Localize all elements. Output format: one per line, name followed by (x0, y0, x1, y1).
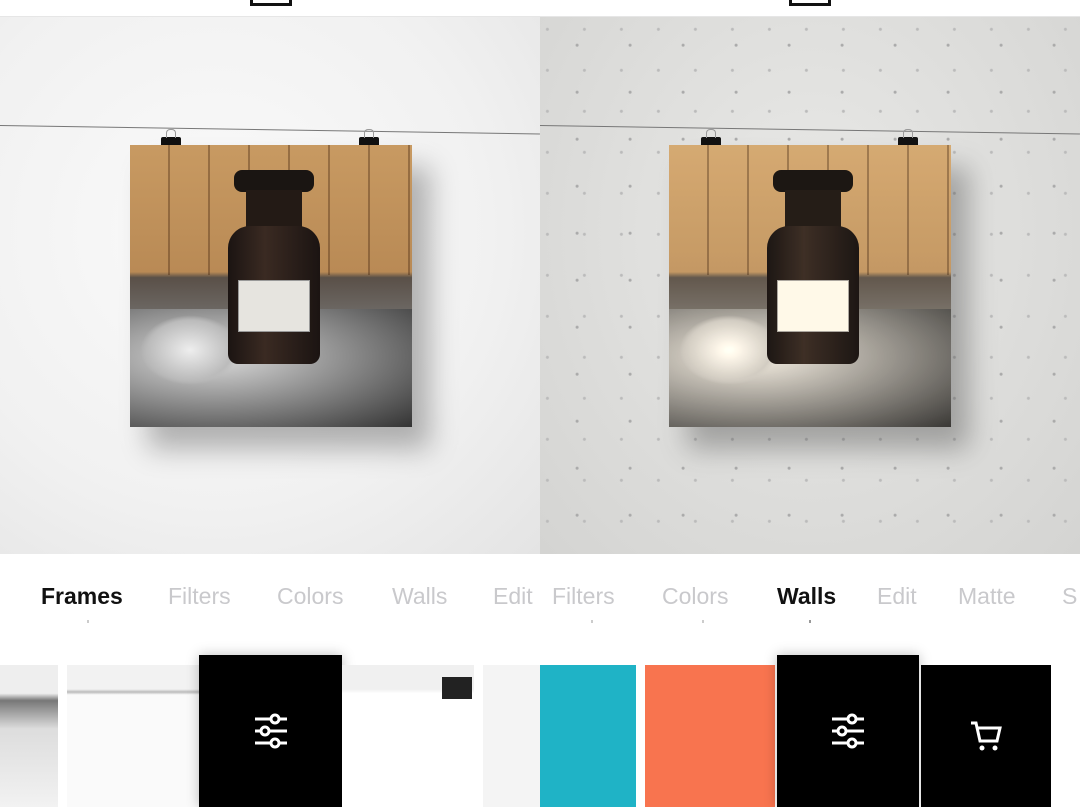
preview-white-wall (0, 17, 540, 554)
tab-walls[interactable]: Walls (777, 583, 836, 610)
tab-filters[interactable]: Filters (552, 583, 615, 610)
preview-concrete-wall (540, 17, 1080, 554)
cart-button[interactable] (921, 665, 1051, 807)
cart-icon (971, 721, 1002, 751)
framed-photo (669, 145, 951, 427)
tab-matte[interactable]: Matte (958, 583, 1016, 610)
tab-colors[interactable]: Colors (277, 583, 343, 610)
top-bar (0, 0, 1080, 17)
tab-filters[interactable]: Filters (168, 583, 231, 610)
frame-option[interactable] (0, 665, 58, 807)
tab-indicator (702, 620, 704, 623)
framed-photo (130, 145, 412, 427)
tab-walls[interactable]: Walls (392, 583, 447, 610)
frame-icon[interactable] (789, 0, 831, 6)
tab-bar: Frames Filters Colors Walls Edit Filters… (0, 583, 1080, 613)
adjust-sliders-icon (832, 713, 864, 749)
wall-option-cyan[interactable] (540, 665, 636, 807)
adjust-button[interactable] (199, 655, 342, 807)
frame-option[interactable] (67, 665, 207, 807)
hanging-string (540, 125, 1080, 135)
tab-more[interactable]: S (1062, 583, 1077, 610)
wall-option-orange[interactable] (645, 665, 775, 807)
frame-icon[interactable] (250, 0, 292, 6)
tab-indicator (809, 620, 811, 623)
hanging-string (0, 125, 540, 135)
frame-option[interactable] (483, 665, 540, 807)
frame-option[interactable] (342, 665, 474, 807)
tab-indicator (87, 620, 89, 623)
tab-colors[interactable]: Colors (662, 583, 728, 610)
tab-edit[interactable]: Edit (877, 583, 917, 610)
tab-edit[interactable]: Edit (493, 583, 533, 610)
adjust-button[interactable] (777, 655, 919, 807)
binder-clip-icon (442, 677, 472, 699)
tab-indicator (591, 620, 593, 623)
adjust-sliders-icon (254, 713, 287, 749)
tab-frames[interactable]: Frames (41, 583, 123, 610)
